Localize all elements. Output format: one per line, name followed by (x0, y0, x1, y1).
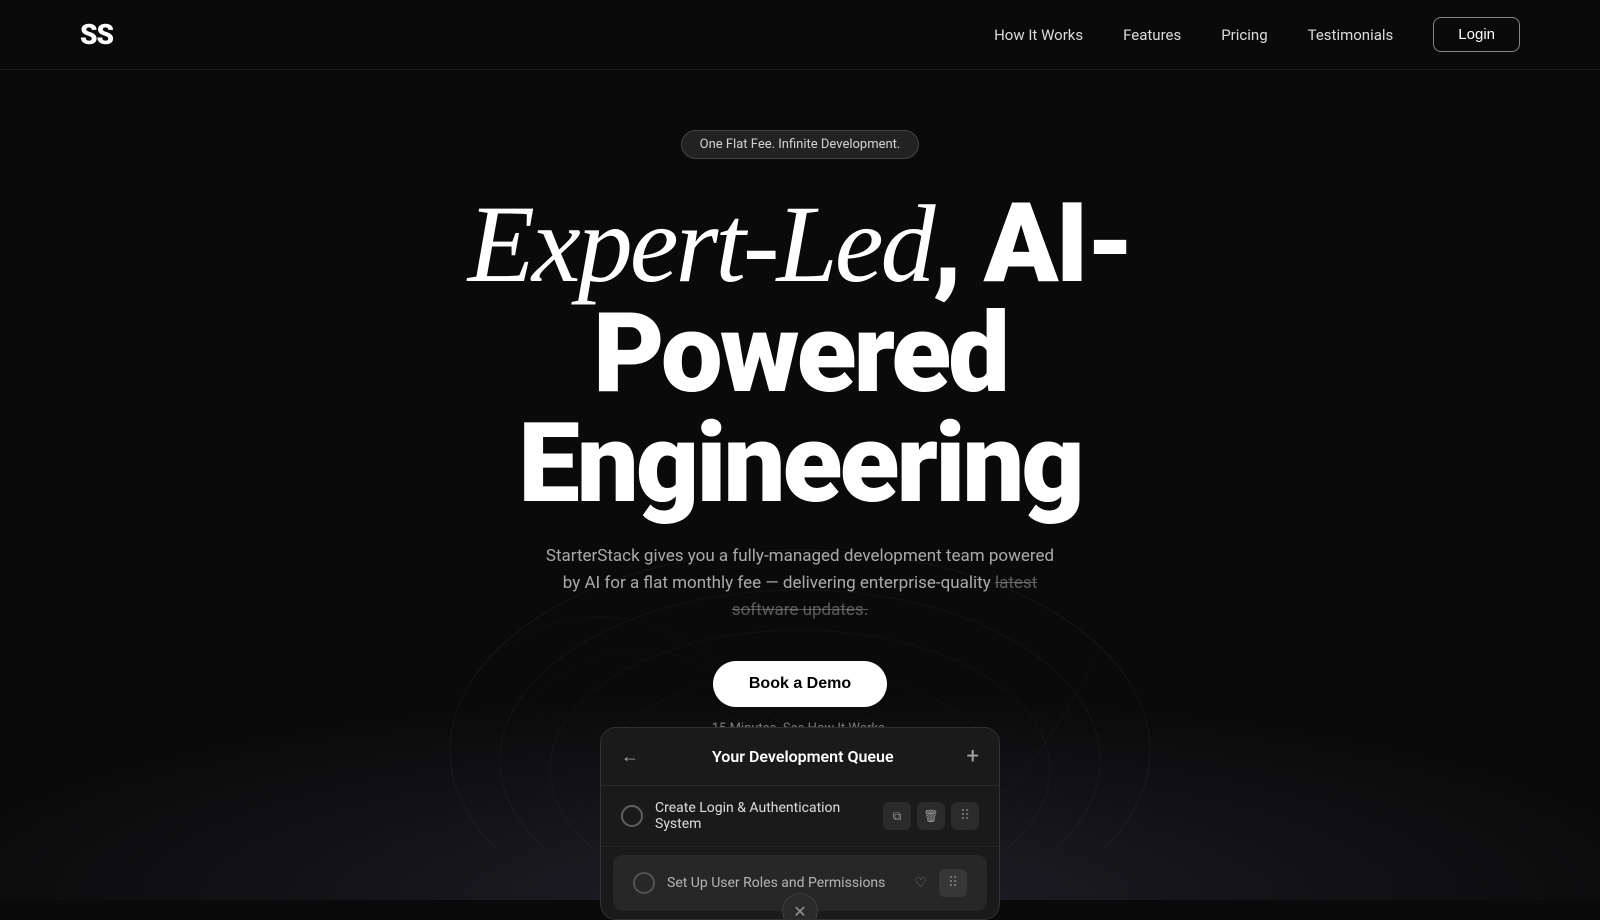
dashboard-preview: ← Your Development Queue + Create Login … (600, 727, 1000, 920)
heart-icon: ♡ (914, 875, 927, 891)
item-label-1: Create Login & Authentication System (655, 800, 871, 832)
nav-testimonials[interactable]: Testimonials (1308, 26, 1394, 44)
navbar: SS How It Works Features Pricing Testimo… (0, 0, 1600, 70)
hero-title: Expert-Led, AI-Powered Engineering (350, 189, 1250, 519)
hero-badge: One Flat Fee. Infinite Development. (681, 130, 920, 159)
nav-features[interactable]: Features (1123, 26, 1181, 44)
add-icon[interactable]: + (967, 744, 979, 769)
item-checkbox-1[interactable] (621, 805, 643, 827)
logo-text: SS (80, 18, 113, 51)
drag-icon[interactable]: ⠿ (951, 802, 979, 830)
dashboard-header: ← Your Development Queue + (601, 728, 999, 786)
drag-icon-2[interactable]: ⠿ (939, 869, 967, 897)
item-label-2: Set Up User Roles and Permissions (667, 875, 902, 891)
back-icon[interactable]: ← (621, 746, 639, 767)
hero-title-italic: Expert-Led (468, 183, 933, 305)
item-actions-1: ⧉ 🗑 ⠿ (883, 802, 979, 830)
dashboard-title: Your Development Queue (712, 747, 894, 766)
hero-section: One Flat Fee. Infinite Development. Expe… (0, 70, 1600, 736)
hero-subtitle: StarterStack gives you a fully-managed d… (540, 543, 1060, 625)
nav-how-it-works[interactable]: How It Works (994, 26, 1083, 44)
book-demo-button[interactable]: Book a Demo (713, 661, 887, 707)
nav-pricing[interactable]: Pricing (1221, 26, 1267, 44)
hero-subtitle-normal: StarterStack gives you a fully-managed d… (546, 546, 1054, 593)
dashboard-queue-item-1: Create Login & Authentication System ⧉ 🗑… (601, 786, 999, 847)
nav-links: How It Works Features Pricing Testimonia… (994, 17, 1520, 52)
logo[interactable]: SS (80, 18, 113, 51)
item-checkbox-2[interactable] (633, 872, 655, 894)
delete-icon[interactable]: 🗑 (917, 802, 945, 830)
login-button[interactable]: Login (1433, 17, 1520, 52)
hero-title-bold-line2: Engineering (518, 399, 1082, 528)
copy-icon[interactable]: ⧉ (883, 802, 911, 830)
